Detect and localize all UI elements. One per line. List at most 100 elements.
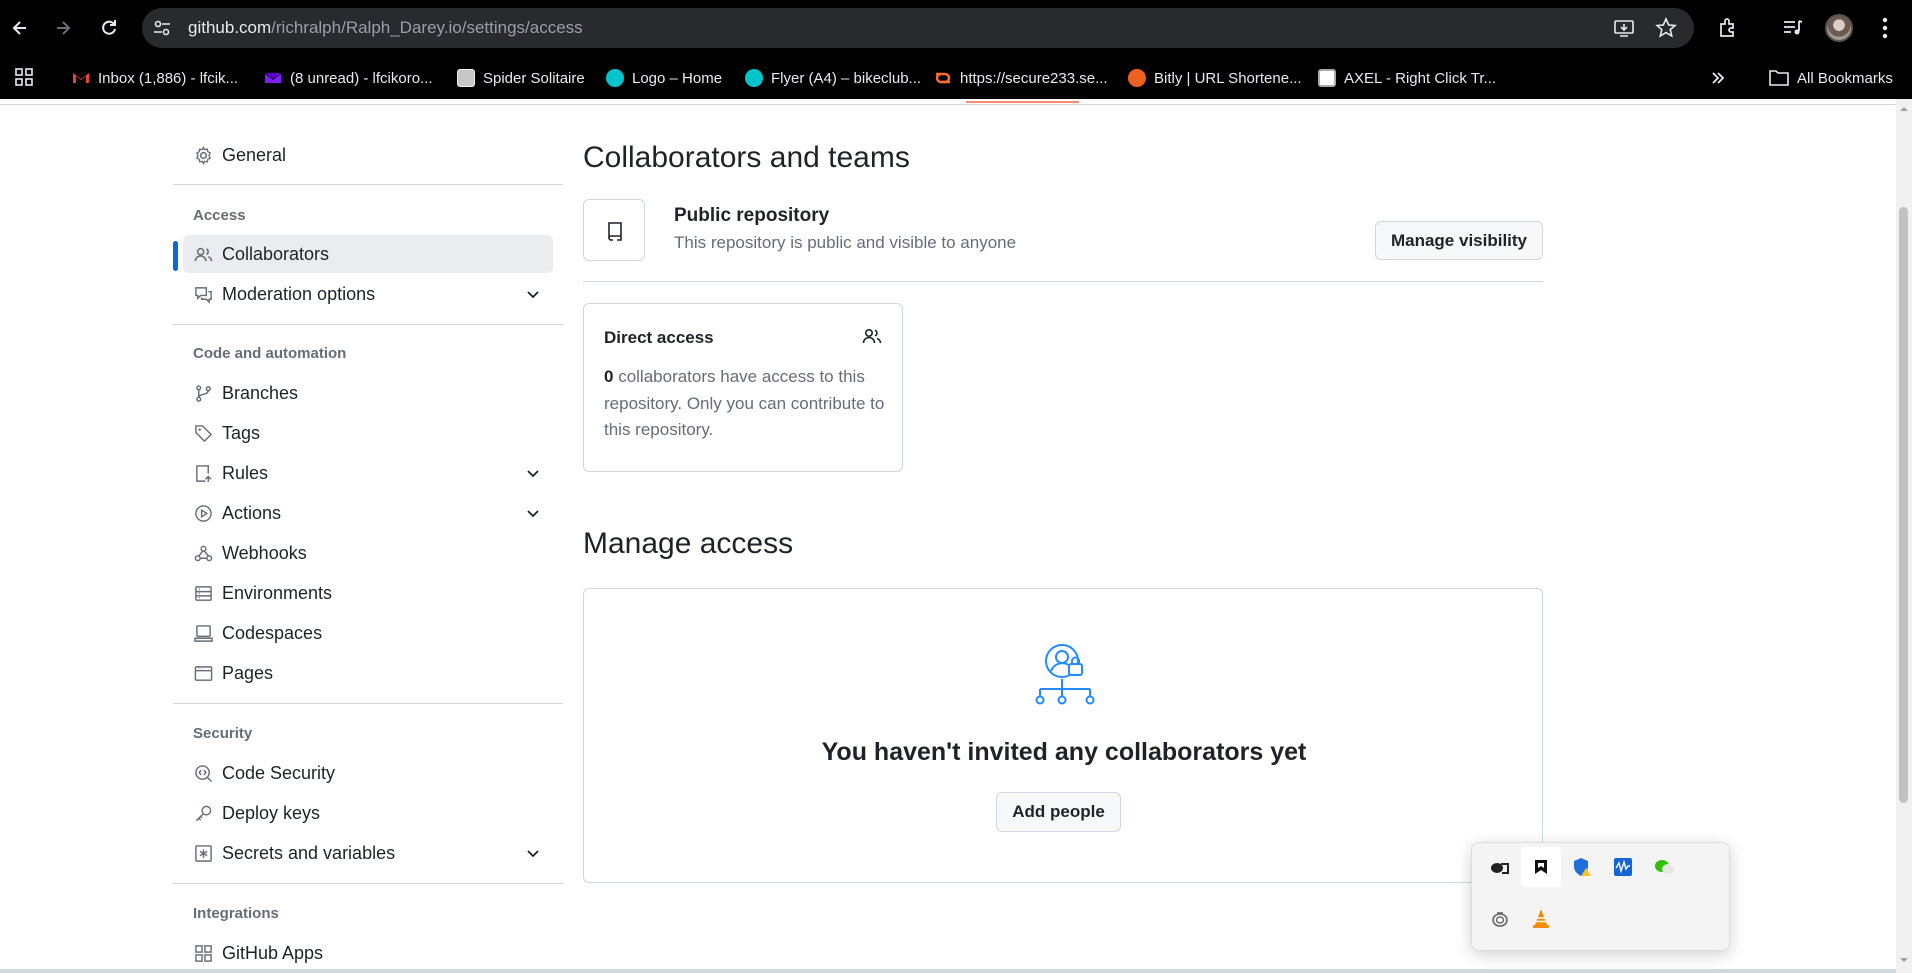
tray-app-icon[interactable] [1480, 847, 1520, 887]
sidebar-heading-integrations: Integrations [193, 905, 279, 922]
media-controls-icon[interactable] [1777, 12, 1809, 44]
more-bookmarks-button[interactable] [1710, 68, 1726, 88]
sidebar-item-moderation[interactable]: Moderation options [183, 275, 553, 313]
chevron-double-right-icon [1712, 72, 1725, 84]
header-divider [0, 104, 1896, 105]
extensions-icon[interactable] [1712, 12, 1744, 44]
sidebar-item-code-security[interactable]: Code Security [183, 754, 553, 792]
scrollbar-thumb[interactable] [1899, 207, 1908, 803]
yahoo-mail-icon [264, 69, 282, 87]
system-tray-overflow [1471, 842, 1730, 951]
sidebar-item-branches[interactable]: Branches [183, 374, 553, 412]
browser-toolbar: github.com/richralph/Ralph_Darey.io/sett… [0, 0, 1912, 57]
browser-icon [194, 666, 213, 681]
bookmark-item[interactable]: Bitly | URL Shortene... [1128, 68, 1302, 88]
sidebar-heading-access: Access [193, 207, 246, 224]
back-button[interactable] [2, 10, 38, 46]
bitly-icon [1128, 69, 1146, 87]
section-divider [583, 281, 1543, 282]
selected-tab-indicator [966, 101, 1079, 103]
sidebar-item-actions[interactable]: Actions [183, 494, 553, 532]
profile-avatar[interactable] [1825, 14, 1853, 42]
chevron-down-icon [527, 470, 539, 478]
repo-icon [608, 222, 622, 241]
webhook-icon [194, 545, 213, 562]
arrow-left-icon [12, 21, 26, 35]
manage-visibility-button[interactable]: Manage visibility [1375, 221, 1543, 260]
sidebar-divider [173, 184, 563, 185]
arrow-right-icon [57, 21, 71, 35]
chevron-down-icon [527, 510, 539, 518]
scroll-down-arrow-icon[interactable] [1899, 955, 1909, 965]
gmail-icon [72, 69, 90, 87]
sidebar-item-environments[interactable]: Environments [183, 574, 553, 612]
empty-state-title: You haven't invited any collaborators ye… [821, 738, 1307, 766]
shield-warning-icon[interactable] [1562, 847, 1602, 887]
wechat-icon[interactable] [1644, 847, 1684, 887]
sidebar-item-secrets[interactable]: Secrets and variables [183, 834, 553, 872]
sidebar-item-codespaces[interactable]: Codespaces [183, 614, 553, 652]
empty-collaborators-box: You haven't invited any collaborators ye… [583, 588, 1543, 883]
git-branch-icon [196, 385, 211, 402]
folder-icon [1769, 70, 1789, 86]
sidebar-item-github-apps[interactable]: GitHub Apps [183, 934, 553, 972]
bookmark-item[interactable]: Spider Solitaire [457, 68, 585, 88]
chevron-down-icon [527, 850, 539, 858]
all-bookmarks-button[interactable]: All Bookmarks [1769, 68, 1893, 88]
chevron-down-icon [527, 291, 539, 299]
reload-button[interactable] [91, 10, 127, 46]
visibility-title: Public repository [674, 205, 830, 226]
canva-icon [606, 69, 624, 87]
network-drive-icon[interactable] [1480, 899, 1520, 939]
sidebar-item-general[interactable]: General [183, 136, 553, 174]
key-icon [195, 805, 212, 822]
sidebar-heading-security: Security [193, 725, 253, 742]
repo-push-icon [196, 465, 212, 483]
bookmark-item[interactable]: (8 unread) - lfcikoro... [264, 68, 433, 88]
direct-access-title: Direct access [604, 328, 714, 347]
site-settings-icon[interactable] [152, 18, 172, 38]
people-icon [862, 328, 882, 344]
asterisk-icon [195, 845, 212, 862]
bookmark-item[interactable]: https://secure233.se... [934, 68, 1108, 88]
sidebar-divider [173, 883, 563, 884]
sidebar-item-deploy-keys[interactable]: Deploy keys [183, 794, 553, 832]
bookmark-star-icon[interactable] [1654, 16, 1678, 40]
install-app-icon[interactable] [1612, 16, 1636, 40]
sidebar-heading-code-automation: Code and automation [193, 345, 347, 362]
scroll-up-arrow-icon[interactable] [1899, 104, 1909, 114]
apps-icon [195, 945, 212, 962]
bookmark-item[interactable]: Logo – Home [606, 68, 722, 88]
people-lock-icon [1035, 644, 1095, 705]
sidebar-item-pages[interactable]: Pages [183, 654, 553, 692]
comment-discussion-icon [195, 287, 212, 304]
vlc-icon[interactable] [1521, 899, 1561, 939]
play-icon [195, 505, 212, 522]
repo-icon-box [583, 199, 645, 261]
address-bar[interactable]: github.com/richralph/Ralph_Darey.io/sett… [142, 8, 1694, 48]
bookmark-item[interactable]: Flyer (A4) – bikeclub... [745, 68, 921, 88]
browser-menu-icon[interactable] [1869, 12, 1901, 44]
audio-app-icon[interactable] [1603, 847, 1643, 887]
sidebar-item-tags[interactable]: Tags [183, 414, 553, 452]
bookmarks-bar: Inbox (1,886) - lfcik... (8 unread) - lf… [0, 57, 1912, 99]
gear-icon [195, 146, 212, 165]
sidebar-item-webhooks[interactable]: Webhooks [183, 534, 553, 572]
bookmark-item[interactable]: AXEL - Right Click Tr... [1318, 68, 1496, 88]
codespaces-icon [194, 625, 213, 642]
solitaire-icon [457, 69, 475, 87]
sidebar-item-collaborators[interactable]: Collaborators [183, 235, 553, 273]
bookmark-item[interactable]: Inbox (1,886) - lfcik... [72, 68, 238, 88]
add-people-button[interactable]: Add people [996, 792, 1121, 832]
sidebar-item-rules[interactable]: Rules [183, 454, 553, 492]
codescan-icon [195, 765, 213, 783]
manage-access-title: Manage access [583, 527, 794, 560]
reload-icon [102, 20, 116, 35]
cpanel-icon [934, 69, 952, 87]
tray-app-icon[interactable] [1521, 847, 1561, 887]
forward-button[interactable] [45, 10, 81, 46]
people-icon [194, 247, 213, 262]
apps-grid-icon[interactable] [14, 67, 34, 87]
url-text[interactable]: github.com/richralph/Ralph_Darey.io/sett… [188, 18, 583, 38]
visibility-description: This repository is public and visible to… [674, 233, 1017, 252]
